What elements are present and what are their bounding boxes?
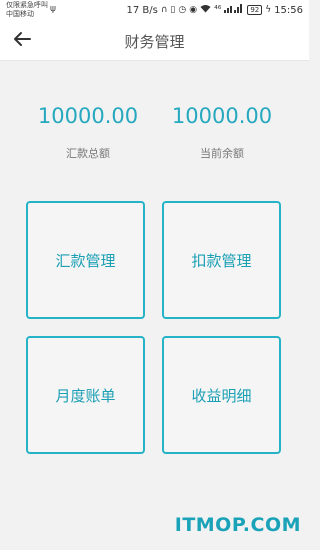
carrier-line-2: 中国移动 bbox=[6, 10, 34, 18]
eye-icon: ◉ bbox=[189, 5, 198, 15]
current-balance-amount: 10000.00 bbox=[171, 104, 273, 128]
watermark: ITMOP.COM bbox=[174, 514, 301, 536]
status-icons: 17 B/s ∩ ▯ ◷ ◉ ⁴⁶ 92 ϟ 15:56 bbox=[126, 4, 303, 16]
remit-management-label: 汇款管理 bbox=[55, 251, 116, 270]
wifi-icon bbox=[200, 4, 211, 16]
income-details-button[interactable]: 收益明细 bbox=[162, 336, 281, 454]
status-bar: 仅限紧急呼叫 中国移动 ψ 17 B/s ∩ ▯ ◷ ◉ ⁴⁶ 92 ϟ 15:… bbox=[0, 0, 309, 22]
clock: 15:56 bbox=[274, 4, 303, 16]
remit-management-button[interactable]: 汇款管理 bbox=[26, 201, 145, 319]
net-speed: 17 B/s bbox=[126, 4, 158, 16]
remit-total-amount: 10000.00 bbox=[37, 104, 139, 128]
carrier-info: 仅限紧急呼叫 中国移动 bbox=[6, 1, 48, 19]
current-balance-label: 当前余额 bbox=[200, 147, 244, 160]
network-type: ⁴⁶ bbox=[214, 5, 222, 15]
page-title: 财务管理 bbox=[124, 33, 185, 51]
deduction-management-button[interactable]: 扣款管理 bbox=[162, 201, 281, 319]
income-details-label: 收益明细 bbox=[191, 386, 252, 405]
monthly-bill-label: 月度账单 bbox=[55, 386, 116, 405]
remit-total-label: 汇款总额 bbox=[66, 147, 110, 160]
battery-icon: 92 bbox=[247, 5, 263, 15]
monthly-bill-button[interactable]: 月度账单 bbox=[26, 336, 145, 454]
battery-level: 92 bbox=[250, 6, 260, 14]
app-bar: 财务管理 bbox=[0, 22, 309, 61]
signal-icon bbox=[224, 4, 243, 16]
deduction-management-label: 扣款管理 bbox=[191, 251, 252, 270]
charging-icon: ϟ bbox=[265, 5, 272, 15]
carrier-line-1: 仅限紧急呼叫 bbox=[6, 1, 48, 9]
headphone-icon: ∩ bbox=[160, 5, 168, 15]
vibrate-icon: ▯ bbox=[170, 5, 176, 15]
alarm-icon: ◷ bbox=[178, 5, 187, 15]
usb-icon: ψ bbox=[50, 4, 56, 14]
